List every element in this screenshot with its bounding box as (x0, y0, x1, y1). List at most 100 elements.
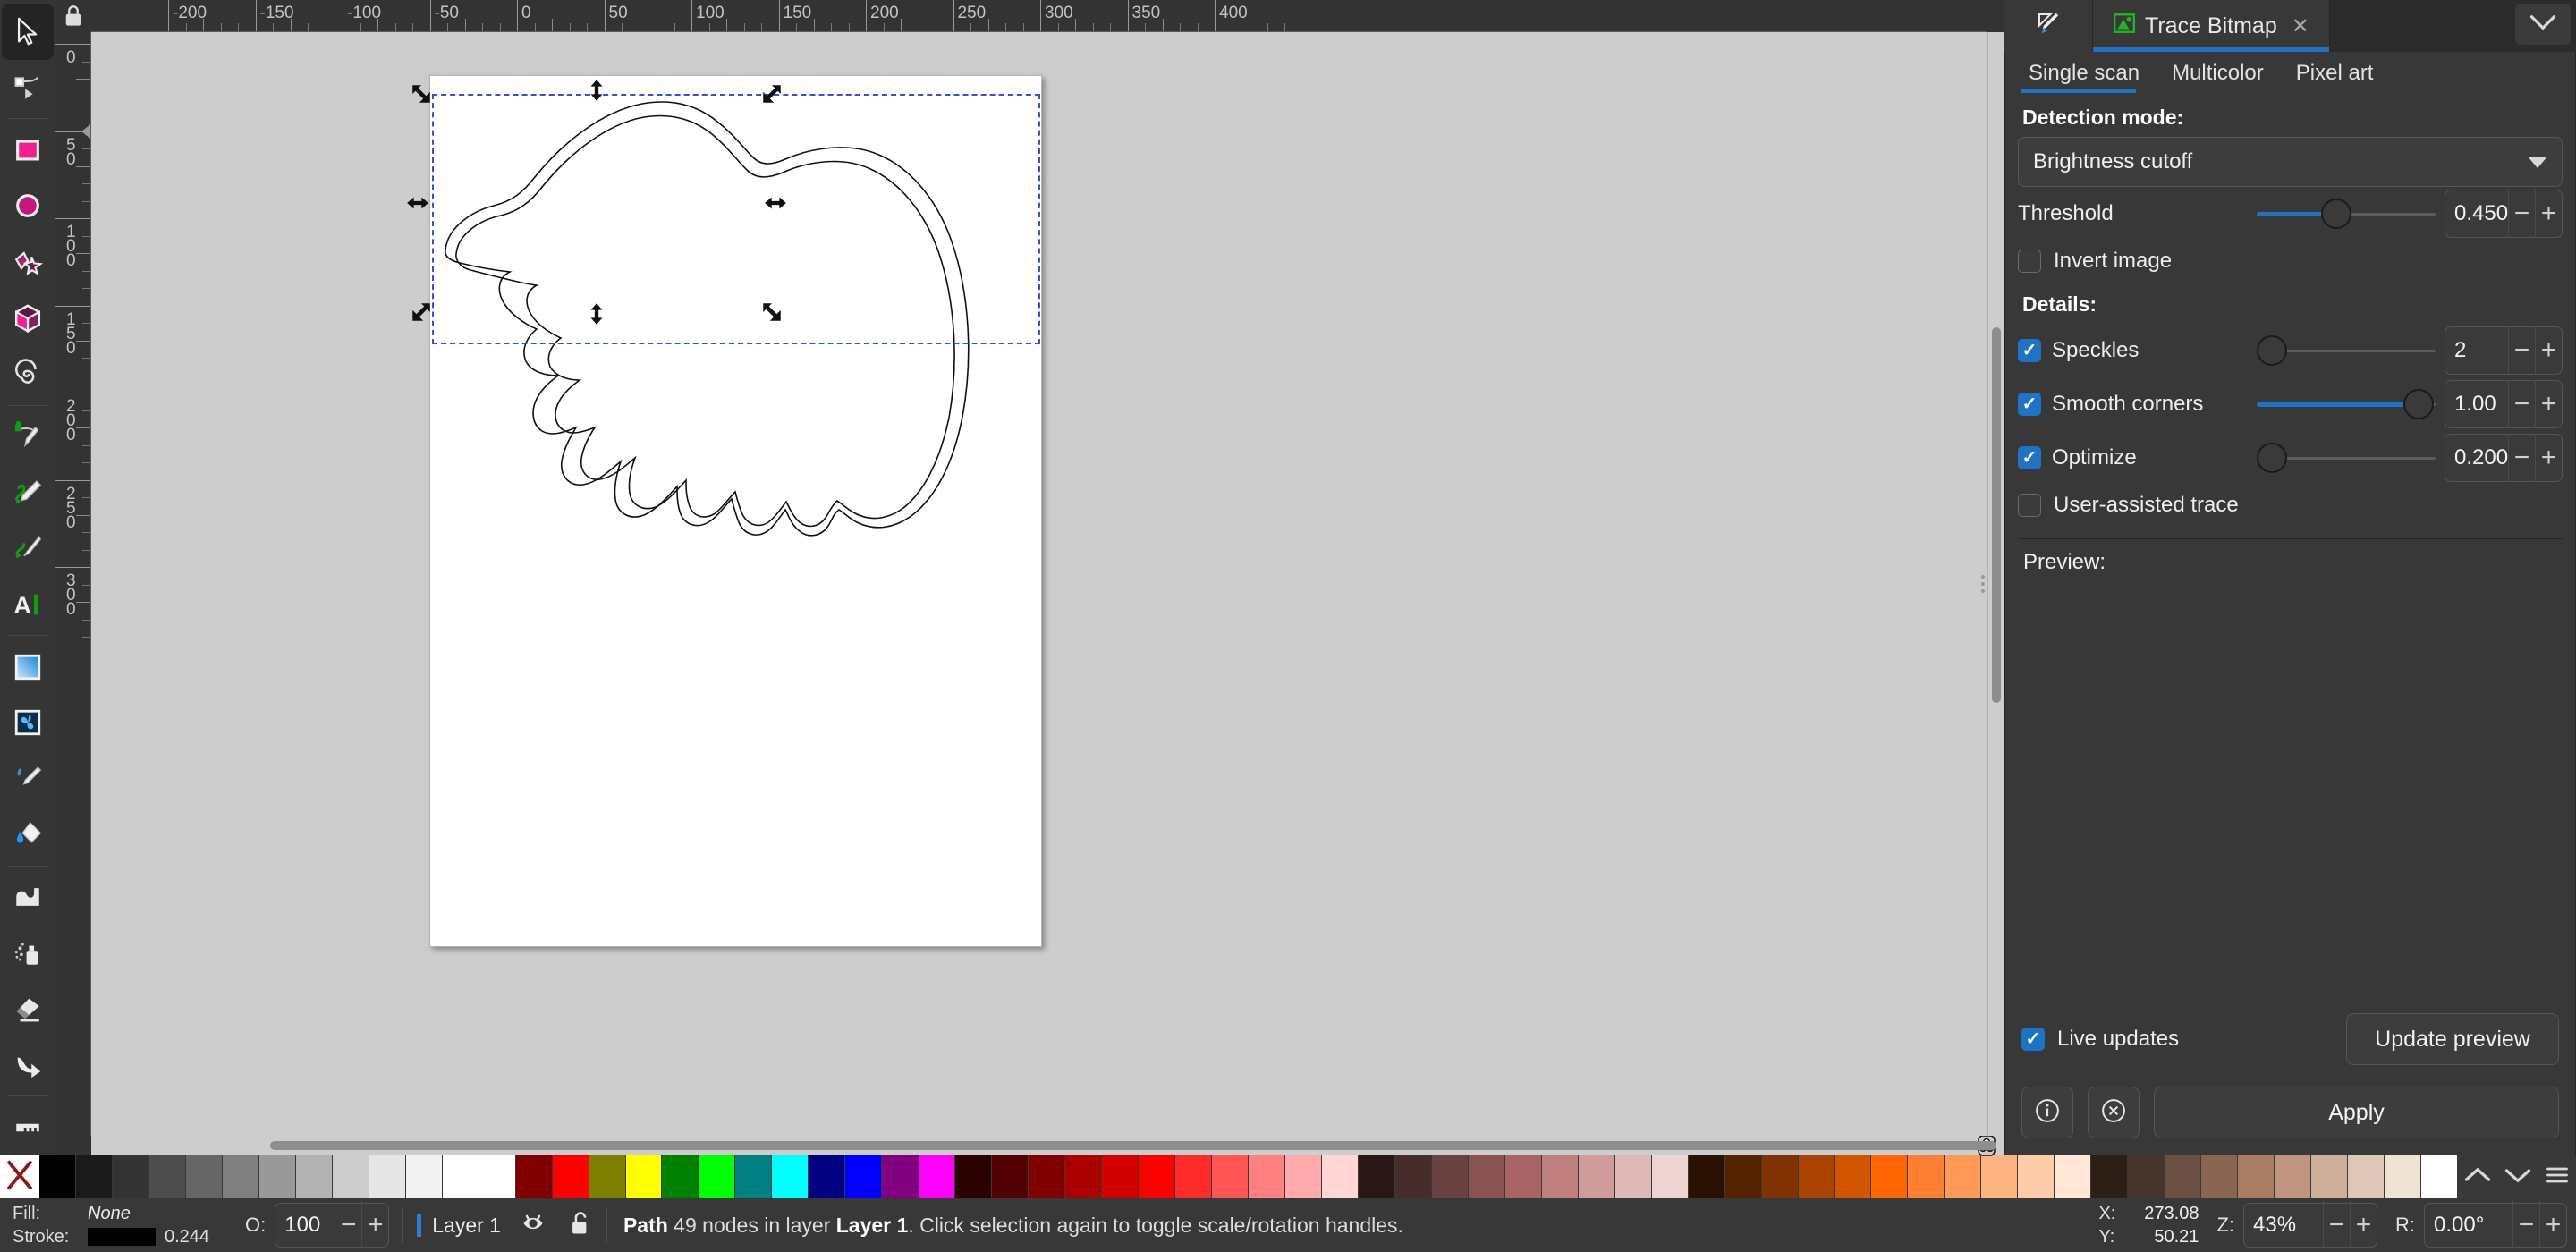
eye-icon[interactable] (521, 1212, 546, 1239)
box3d-tool[interactable] (2, 290, 54, 346)
scale-handle-n[interactable] (585, 79, 608, 102)
palette-swatch[interactable] (1579, 1155, 1615, 1198)
palette-swatch[interactable] (516, 1155, 553, 1198)
increment-button[interactable]: + (2535, 190, 2562, 238)
palette-swatch[interactable] (1322, 1155, 1359, 1198)
palette-swatch[interactable] (479, 1155, 516, 1198)
palette-swatch[interactable] (1469, 1155, 1505, 1198)
palette-swatch[interactable] (1762, 1155, 1799, 1198)
palette-swatch[interactable] (809, 1155, 845, 1198)
hamburger-menu-icon[interactable] (2545, 1164, 2570, 1190)
palette-swatch[interactable] (1945, 1155, 1981, 1198)
palette-swatch[interactable] (992, 1155, 1029, 1198)
scale-handle-e[interactable] (764, 191, 787, 215)
rotate-spinbox[interactable]: 0.00° − + (2424, 1203, 2567, 1248)
tab-trace-bitmap[interactable]: Trace Bitmap ✕ (2093, 0, 2330, 52)
connector-tool[interactable] (2, 1037, 54, 1094)
palette-swatch[interactable] (1285, 1155, 1322, 1198)
decrement-button[interactable]: − (2508, 380, 2535, 428)
palette-swatch[interactable] (2201, 1155, 2238, 1198)
smooth-corners-spinbox[interactable]: 1.00 − + (2445, 380, 2563, 428)
horizontal-scrollbar[interactable] (91, 1136, 1970, 1155)
scale-handle-s[interactable] (585, 302, 608, 326)
palette-swatch[interactable] (1395, 1155, 1432, 1198)
info-button[interactable] (2021, 1087, 2073, 1138)
palette-swatch[interactable] (1212, 1155, 1249, 1198)
update-preview-button[interactable]: Update preview (2346, 1013, 2559, 1065)
palette-swatch[interactable] (333, 1155, 369, 1198)
palette-swatch[interactable] (1835, 1155, 1871, 1198)
vertical-scrollbar[interactable] (1987, 32, 2004, 1136)
increment-button[interactable]: + (2535, 434, 2562, 482)
node-tool[interactable] (2, 60, 54, 116)
palette-swatch[interactable] (2018, 1155, 2055, 1198)
palette-swatch[interactable] (2091, 1155, 2128, 1198)
palette-swatch[interactable] (1652, 1155, 1689, 1198)
live-updates-row[interactable]: ✓ Live updates (2021, 1019, 2179, 1060)
stroke-color-swatch[interactable] (88, 1228, 156, 1246)
palette-swatch[interactable] (845, 1155, 882, 1198)
palette-swatch[interactable] (1505, 1155, 1542, 1198)
reset-button[interactable] (2088, 1087, 2140, 1138)
optimize-checkbox[interactable]: ✓ (2018, 446, 2041, 470)
palette-swatch[interactable] (149, 1155, 186, 1198)
dock-collapse-button[interactable] (2515, 4, 2571, 45)
horizontal-ruler[interactable]: -200-150-100-50050100150200250300350400 (91, 0, 1987, 32)
palette-swatch[interactable] (2311, 1155, 2348, 1198)
close-icon[interactable]: ✕ (2292, 13, 2309, 39)
palette-swatch[interactable] (1871, 1155, 1908, 1198)
panel-resize-grip[interactable] (1979, 566, 1987, 602)
opacity-control[interactable]: O: 100 − + (233, 1203, 402, 1248)
palette-swatch[interactable] (1065, 1155, 1102, 1198)
palette-swatch[interactable] (1359, 1155, 1395, 1198)
vertical-ruler[interactable]: 050100150200250300 (55, 32, 91, 1136)
palette-swatch[interactable] (2421, 1155, 2458, 1198)
increment-button[interactable]: + (2535, 326, 2562, 375)
palette-swatch[interactable] (1981, 1155, 2018, 1198)
scale-handle-w[interactable] (406, 191, 429, 215)
decrement-button[interactable]: − (2508, 326, 2535, 375)
palette-swatch[interactable] (2128, 1155, 2165, 1198)
subtab-multicolor[interactable]: Multicolor (2156, 52, 2280, 95)
live-updates-checkbox[interactable]: ✓ (2021, 1028, 2045, 1051)
fill-stroke-indicator[interactable]: Fill: None Stroke: 0.244 (0, 1202, 233, 1248)
palette-swatch[interactable] (1249, 1155, 1285, 1198)
palette-swatch[interactable] (589, 1155, 626, 1198)
palette-swatch[interactable] (1689, 1155, 1725, 1198)
increment-button[interactable]: + (2539, 1201, 2566, 1249)
palette-swatch[interactable] (443, 1155, 479, 1198)
palette-swatch[interactable] (919, 1155, 955, 1198)
palette-swatch[interactable] (1432, 1155, 1469, 1198)
horizontal-scrollbar-thumb[interactable] (270, 1141, 1996, 1150)
dropper-tool[interactable] (2, 750, 54, 807)
star-tool[interactable] (2, 234, 54, 291)
increment-button[interactable]: + (2350, 1201, 2377, 1249)
decrement-button[interactable]: − (335, 1201, 361, 1249)
detection-mode-select[interactable]: Brightness cutoff (2018, 137, 2563, 187)
fill-line[interactable]: Fill: None (13, 1202, 233, 1225)
palette-swatch[interactable] (2385, 1155, 2421, 1198)
palette-swatch[interactable] (735, 1155, 772, 1198)
pen-tool[interactable] (2, 409, 54, 465)
decrement-button[interactable]: − (2508, 190, 2535, 238)
smooth-corners-slider[interactable] (2257, 386, 2436, 422)
ellipse-tool[interactable] (2, 178, 54, 234)
threshold-spinbox[interactable]: 0.450 − + (2445, 190, 2563, 238)
no-color-swatch[interactable] (0, 1155, 39, 1198)
user-assisted-trace-row[interactable]: User-assisted trace (2018, 485, 2563, 526)
palette-swatch[interactable] (772, 1155, 809, 1198)
cloud-shape-path[interactable] (429, 75, 1042, 947)
optimize-spinbox[interactable]: 0.200 − + (2445, 434, 2563, 482)
speckles-slider[interactable] (2257, 333, 2436, 368)
calligraphy-tool[interactable] (2, 520, 54, 577)
palette-swatch[interactable] (186, 1155, 223, 1198)
apply-button[interactable]: Apply (2154, 1087, 2559, 1138)
palette-swatch[interactable] (553, 1155, 589, 1198)
optimize-slider[interactable] (2257, 440, 2436, 476)
vertical-scrollbar-thumb[interactable] (1992, 327, 2001, 703)
palette-swatch[interactable] (2348, 1155, 2385, 1198)
palette-swatch[interactable] (369, 1155, 406, 1198)
palette-swatch[interactable] (223, 1155, 259, 1198)
spray-tool[interactable] (2, 925, 54, 981)
paint-bucket-tool[interactable] (2, 807, 54, 863)
